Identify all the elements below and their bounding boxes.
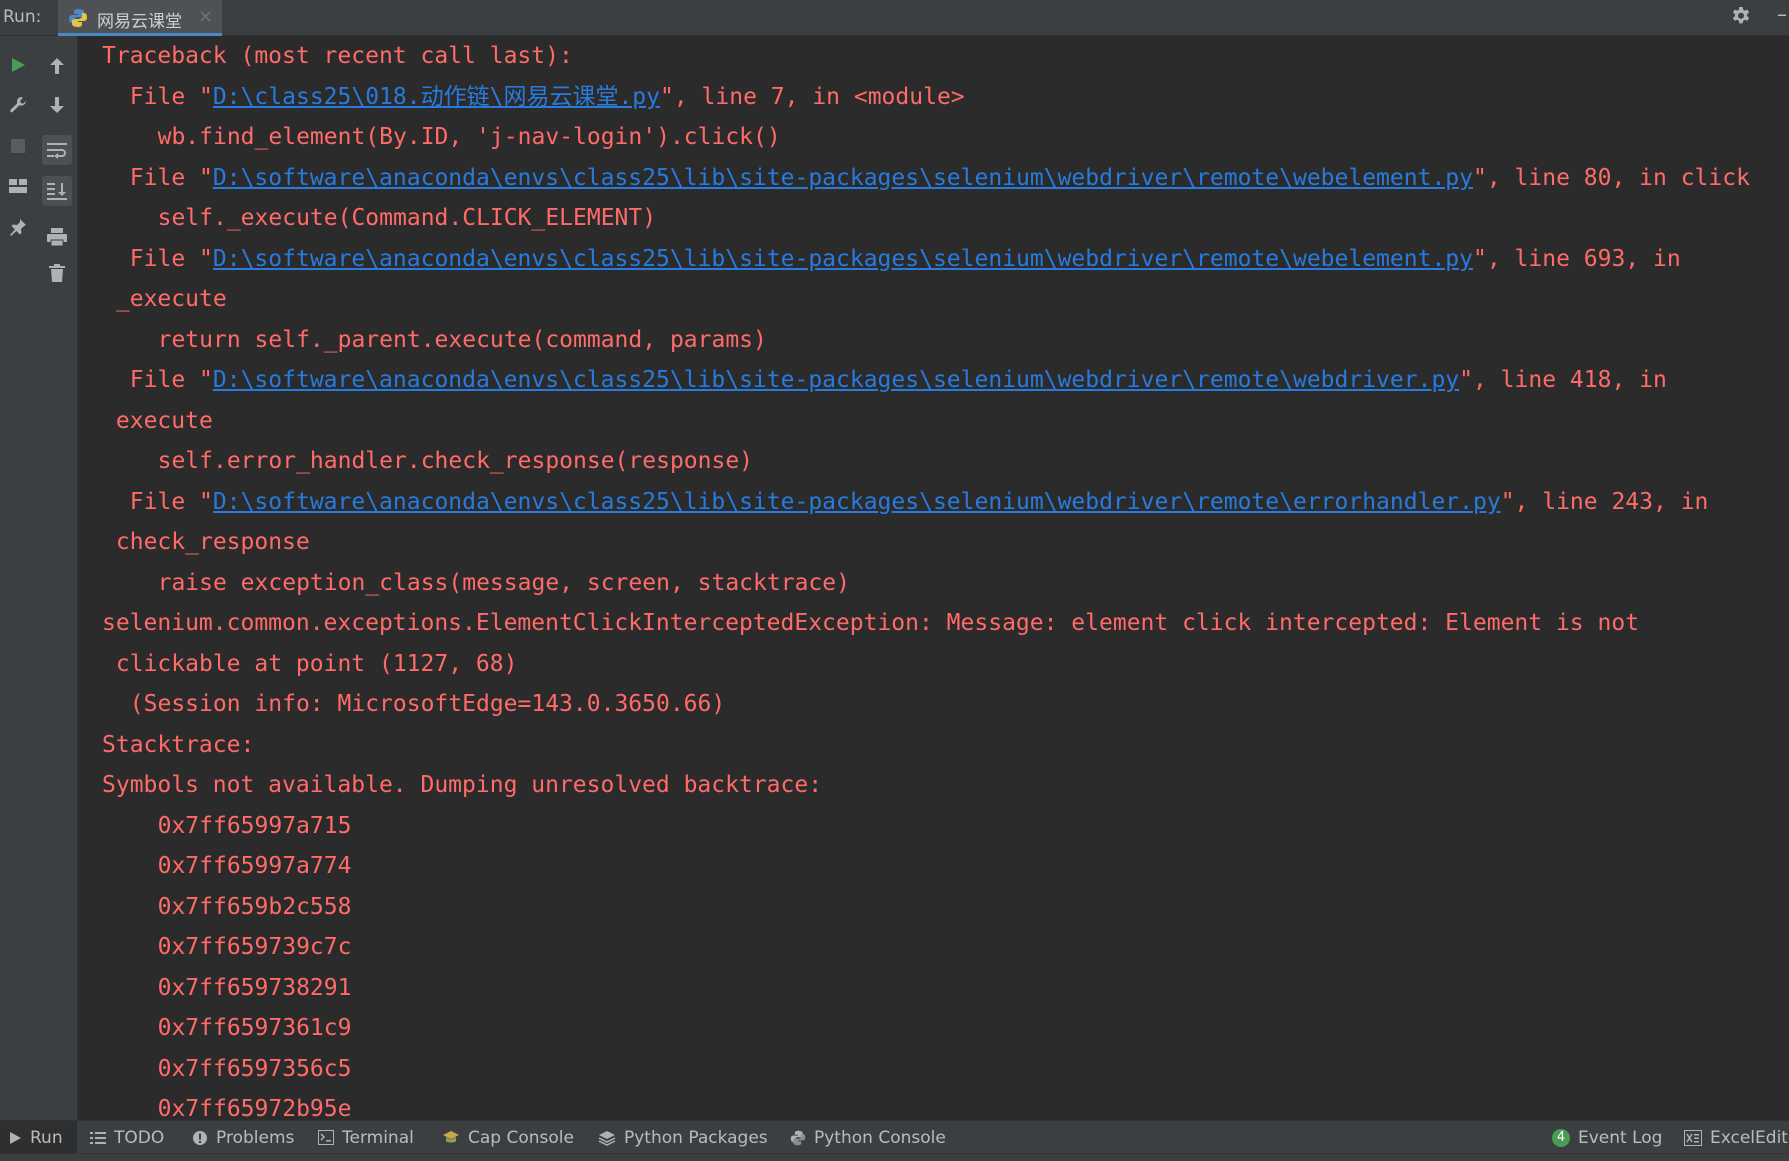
gear-icon[interactable]	[1729, 5, 1753, 33]
console-line-prefix: File "	[129, 367, 213, 393]
tool-tab-event-log-label: Event Log	[1578, 1127, 1663, 1148]
cap-icon	[443, 1130, 459, 1142]
tool-tab-terminal[interactable]: Terminal	[318, 1121, 414, 1154]
console-line-prefix: File "	[129, 164, 213, 191]
close-tab-icon[interactable]: ×	[198, 6, 213, 27]
console-line: Traceback (most recent call last):	[102, 43, 573, 69]
console-line: wb.find_element(By.ID, 'j-nav-login').cl…	[157, 124, 781, 150]
console-line: check_response	[115, 529, 310, 555]
tool-tab-cap-console[interactable]: Cap Console	[442, 1121, 574, 1154]
file-link[interactable]: D:\software\anaconda\envs\class25\lib\si…	[213, 165, 1473, 191]
console-line: File "D:\software\anaconda\envs\class25\…	[130, 158, 1750, 198]
console-line: File "D:\software\anaconda\envs\class25\…	[130, 482, 1709, 522]
file-link[interactable]: D:\class25\018.动作链\网易云课堂.py	[213, 84, 660, 110]
soft-wrap-icon[interactable]	[42, 135, 72, 165]
status-bar	[0, 1153, 1789, 1161]
console-line: self.error_handler.check_response(respon…	[157, 448, 754, 474]
console-line: 0x7ff6597361c9	[157, 1015, 352, 1041]
console-line-suffix: ", line 243, in	[1500, 488, 1709, 515]
event-log-count-badge: 4	[1552, 1128, 1570, 1147]
excel-icon	[1684, 1129, 1702, 1146]
console-line: clickable at point (1127, 68)	[115, 650, 518, 677]
print-icon[interactable]	[42, 222, 72, 252]
console-line-suffix: ", line 418, in	[1459, 367, 1667, 393]
console-line: 0x7ff65997a715	[157, 812, 352, 839]
file-link[interactable]: D:\software\anaconda\envs\class25\lib\si…	[213, 367, 1459, 393]
console-line: Symbols not available. Dumping unresolve…	[102, 772, 823, 798]
tool-tab-cap-console-label: Cap Console	[468, 1127, 574, 1148]
console-line: raise exception_class(message, screen, s…	[157, 569, 850, 596]
stop-icon[interactable]	[3, 131, 33, 161]
trash-icon[interactable]	[42, 258, 72, 288]
console-line: self._execute(Command.CLICK_ELEMENT)	[157, 205, 657, 231]
file-link[interactable]: D:\software\anaconda\envs\class25\lib\si…	[213, 246, 1473, 272]
info-icon	[193, 1130, 207, 1145]
python-file-icon	[68, 8, 88, 32]
layers-icon	[598, 1130, 616, 1146]
file-link[interactable]: D:\software\anaconda\envs\class25\lib\si…	[213, 489, 1501, 515]
console-line-suffix: ", line 7, in <module>	[660, 83, 965, 110]
tool-tab-python-console[interactable]: Python Console	[790, 1121, 946, 1154]
console-line: execute	[115, 407, 213, 434]
console-actions-toolbar	[36, 36, 78, 1120]
run-tool-window-header: Run: 网易云课堂 × –	[0, 0, 1789, 36]
tool-tab-run-label: Run	[30, 1127, 63, 1148]
tool-tab-run[interactable]: Run	[0, 1121, 77, 1154]
console-line: File "D:\software\anaconda\envs\class25\…	[130, 239, 1681, 279]
tool-tab-todo-label: TODO	[114, 1127, 165, 1148]
layout-icon[interactable]	[3, 171, 33, 201]
tool-tab-python-packages-label: Python Packages	[624, 1127, 768, 1148]
tool-tab-event-log[interactable]: 4 Event Log	[1552, 1121, 1662, 1154]
console-line-prefix: File "	[129, 245, 213, 272]
console-line: 0x7ff659738291	[157, 974, 352, 1001]
console-line: 0x7ff65997a774	[157, 853, 352, 879]
console-line: return self._parent.execute(command, par…	[157, 326, 767, 353]
terminal-icon	[318, 1130, 334, 1145]
tool-tab-excel-editor-label: ExcelEdito	[1710, 1127, 1789, 1148]
tool-tab-problems-label: Problems	[216, 1127, 295, 1148]
console-line-prefix: File "	[129, 83, 213, 110]
console-line: 0x7ff6597356c5	[157, 1055, 352, 1082]
console-line: _execute	[115, 286, 227, 312]
scroll-to-end-icon[interactable]	[42, 176, 72, 206]
tool-tab-terminal-label: Terminal	[342, 1127, 414, 1148]
console-line: 0x7ff659b2c558	[157, 893, 352, 920]
wrench-icon[interactable]	[3, 90, 33, 120]
run-config-tab[interactable]: 网易云课堂 ×	[58, 0, 222, 36]
tool-tab-problems[interactable]: Problems	[192, 1121, 294, 1154]
console-line: selenium.common.exceptions.ElementClickI…	[102, 610, 1640, 636]
run-icon[interactable]	[3, 50, 33, 80]
down-arrow-icon[interactable]	[42, 90, 72, 120]
run-icon	[10, 1131, 21, 1144]
console-line: File "D:\software\anaconda\envs\class25\…	[130, 360, 1667, 400]
run-tab-title: 网易云课堂	[97, 12, 182, 32]
tool-tab-todo[interactable]: TODO	[90, 1121, 164, 1154]
console-line-suffix: ", line 693, in	[1472, 245, 1681, 272]
tool-tab-python-console-label: Python Console	[814, 1127, 946, 1148]
tool-tab-excel-editor[interactable]: ExcelEdito	[1684, 1121, 1789, 1154]
list-icon	[90, 1131, 106, 1144]
python-icon	[790, 1130, 806, 1145]
run-label: Run:	[3, 7, 42, 27]
console-line-prefix: File "	[129, 488, 213, 515]
console-line: Stacktrace:	[102, 731, 255, 758]
pin-icon[interactable]	[3, 212, 33, 242]
console-line: File "D:\class25\018.动作链\网易云课堂.py", line…	[130, 77, 965, 117]
console-output[interactable]: Traceback (most recent call last): File "…	[78, 36, 1789, 1120]
console-line-suffix: ", line 80, in click	[1472, 164, 1750, 191]
tool-window-bar: Run TODO Problems Terminal Cap Console P…	[0, 1120, 1789, 1154]
console-line: 0x7ff659739c7c	[157, 934, 352, 960]
console-line: 0x7ff65972b95e	[157, 1096, 352, 1120]
hide-panel-icon[interactable]: –	[1777, 2, 1787, 26]
tool-tab-python-packages[interactable]: Python Packages	[598, 1121, 768, 1154]
console-line: (Session info: MicrosoftEdge=143.0.3650.…	[129, 691, 726, 717]
up-arrow-icon[interactable]	[42, 51, 72, 81]
run-actions-toolbar	[0, 36, 36, 1120]
